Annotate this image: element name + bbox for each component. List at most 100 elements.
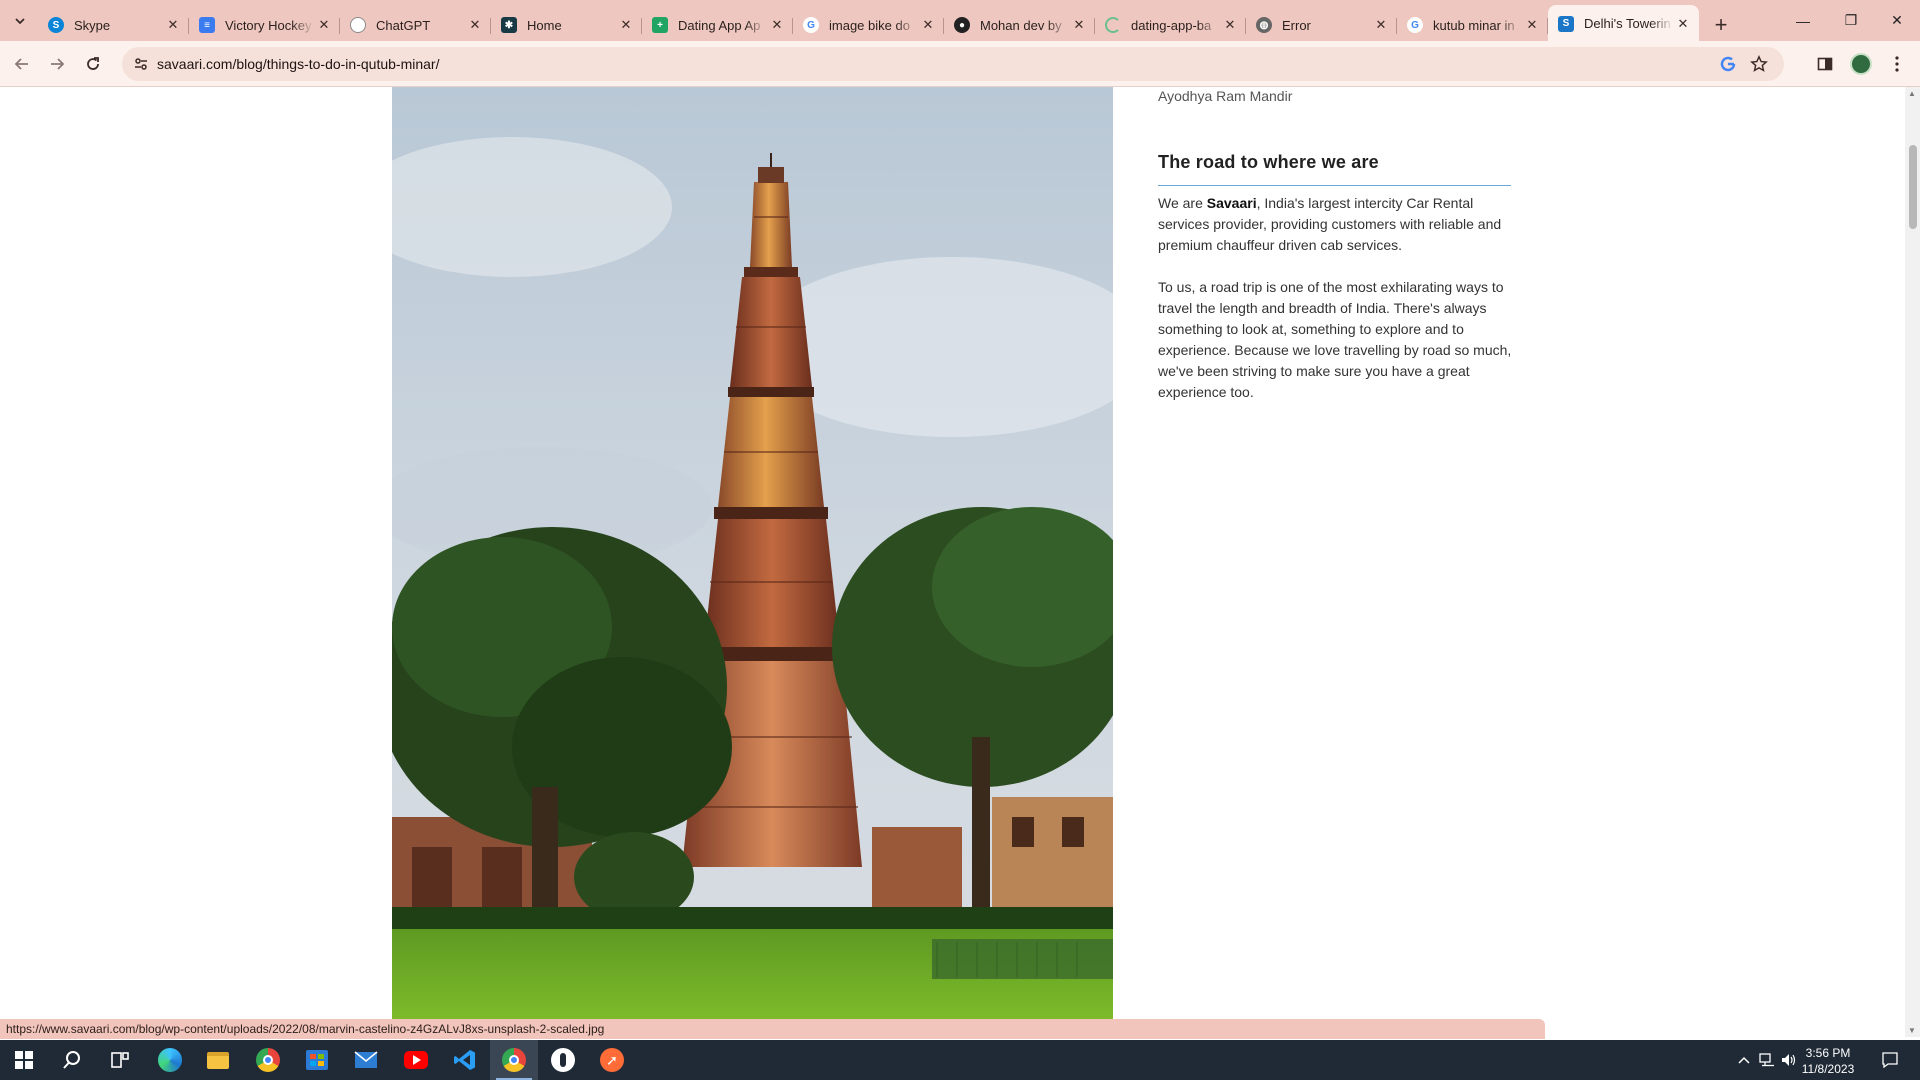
taskbar-mongodb-compass[interactable]: [539, 1040, 587, 1080]
taskbar-postman[interactable]: ➚: [588, 1040, 636, 1080]
docs-icon: ≡: [199, 17, 215, 33]
tab-home[interactable]: ✱ Home ✕: [491, 10, 642, 40]
back-button[interactable]: [7, 49, 37, 79]
tab-image-bike[interactable]: G image bike do ✕: [793, 10, 944, 40]
tab-title: ChatGPT: [376, 17, 431, 33]
more-vertical-icon: [1895, 56, 1899, 72]
tab-github[interactable]: ● Mohan dev by ✕: [944, 10, 1095, 40]
address-bar[interactable]: savaari.com/blog/things-to-do-in-qutub-m…: [122, 47, 1784, 81]
taskbar-edge[interactable]: [146, 1040, 194, 1080]
bookmark-star-icon[interactable]: [1748, 53, 1770, 75]
mail-icon: [354, 1051, 378, 1068]
show-hidden-icons-button[interactable]: [1733, 1040, 1755, 1080]
loading-icon: [1105, 17, 1121, 33]
tab-chatgpt[interactable]: ChatGPT ✕: [340, 10, 491, 40]
previous-post-link[interactable]: Ayodhya Ram Mandir: [1158, 88, 1292, 104]
scroll-up-arrow-icon[interactable]: ▲: [1908, 89, 1916, 98]
site-info-icon[interactable]: [132, 55, 150, 73]
tab-delhis-towering[interactable]: S Delhi's Towerin ✕: [1548, 5, 1699, 41]
reload-icon: [87, 57, 99, 70]
chevron-down-icon: [15, 18, 25, 25]
vscode-icon: [454, 1050, 475, 1070]
side-panel-icon: [1817, 57, 1833, 71]
sidebar-heading: The road to where we are: [1158, 152, 1511, 186]
tab-skype[interactable]: S Skype ✕: [38, 10, 189, 40]
store-icon: [306, 1050, 328, 1070]
page-viewport: Ayodhya Ram Mandir The road to where we …: [0, 87, 1905, 1019]
start-button[interactable]: [0, 1040, 48, 1080]
tab-dating-app-backend[interactable]: dating-app-ba ✕: [1095, 10, 1246, 40]
page-scrollbar[interactable]: ▲ ▼: [1905, 87, 1920, 1037]
system-clock[interactable]: 3:56 PM 11/8/2023: [1790, 1045, 1866, 1077]
chevron-up-icon: [1738, 1056, 1750, 1064]
url-text[interactable]: savaari.com/blog/things-to-do-in-qutub-m…: [157, 56, 439, 72]
clock-time: 3:56 PM: [1805, 1046, 1851, 1060]
arrow-right-icon: [51, 58, 65, 70]
notification-center-button[interactable]: [1870, 1040, 1910, 1080]
close-icon[interactable]: ✕: [465, 15, 485, 35]
close-icon[interactable]: ✕: [616, 15, 636, 35]
close-icon[interactable]: ✕: [1371, 15, 1391, 35]
qutub-minar-photo[interactable]: [392, 87, 1113, 1019]
close-icon[interactable]: ✕: [163, 15, 183, 35]
chatgpt-icon: [350, 17, 366, 33]
sidebar-paragraph-roadtrip: To us, a road trip is one of the most ex…: [1158, 279, 1512, 400]
edge-icon: [158, 1048, 182, 1072]
task-view-icon: [111, 1052, 129, 1068]
savaari-icon: S: [1558, 15, 1574, 32]
tab-strip: S Skype ✕ ≡ Victory Hockey ✕ ChatGPT ✕ ✱…: [0, 0, 1920, 41]
close-icon[interactable]: ✕: [1069, 15, 1089, 35]
close-icon[interactable]: ✕: [918, 15, 938, 35]
reload-button[interactable]: [78, 49, 108, 79]
sheets-icon: +: [652, 17, 668, 33]
profile-avatar[interactable]: [1846, 49, 1876, 79]
close-icon[interactable]: ✕: [1673, 14, 1693, 34]
tab-kutub-minar[interactable]: G kutub minar in ✕: [1397, 10, 1548, 40]
close-icon[interactable]: ✕: [767, 15, 787, 35]
tab-title: Victory Hockey: [225, 17, 312, 33]
tab-victory-hockey[interactable]: ≡ Victory Hockey ✕: [189, 10, 340, 40]
close-icon[interactable]: ✕: [314, 15, 334, 35]
close-icon[interactable]: ✕: [1220, 15, 1240, 35]
notification-icon: [1882, 1052, 1898, 1068]
taskbar-chrome-active[interactable]: [490, 1040, 538, 1080]
google-lens-icon[interactable]: [1718, 54, 1738, 74]
github-icon: ●: [954, 17, 970, 33]
search-icon: [63, 1051, 80, 1069]
youtube-icon: [404, 1051, 428, 1069]
tab-dating-app[interactable]: + Dating App Ap ✕: [642, 10, 793, 40]
forward-button[interactable]: [42, 49, 72, 79]
globe-icon: ◍: [1256, 17, 1272, 33]
home-app-icon: ✱: [501, 17, 517, 33]
restore-button[interactable]: ❐: [1828, 0, 1874, 41]
side-panel-button[interactable]: [1810, 49, 1840, 79]
brand-name: Savaari: [1206, 195, 1257, 211]
taskbar-store[interactable]: [293, 1040, 341, 1080]
browser-menu-button[interactable]: [1882, 49, 1912, 79]
taskbar-search-button[interactable]: [48, 1040, 96, 1080]
taskbar-file-explorer[interactable]: [194, 1040, 242, 1080]
tab-error[interactable]: ◍ Error ✕: [1246, 10, 1397, 40]
tab-title: Dating App Ap: [678, 17, 761, 33]
minimize-button[interactable]: —: [1780, 0, 1826, 41]
sidebar-paragraph-intro: We are Savaari, India's largest intercit…: [1158, 195, 1502, 253]
avatar: [1850, 53, 1872, 75]
tab-title: kutub minar in: [1433, 17, 1515, 33]
network-status[interactable]: [1756, 1040, 1778, 1080]
taskbar-vscode[interactable]: [441, 1040, 489, 1080]
task-view-button[interactable]: [96, 1040, 144, 1080]
tab-list: S Skype ✕ ≡ Victory Hockey ✕ ChatGPT ✕ ✱…: [38, 5, 1735, 41]
tab-search-button[interactable]: [8, 9, 32, 33]
window-close-button[interactable]: ✕: [1874, 0, 1920, 41]
scrollbar-thumb[interactable]: [1909, 145, 1917, 229]
google-icon: G: [803, 17, 819, 33]
tab-title: image bike do: [829, 17, 910, 33]
scroll-down-arrow-icon[interactable]: ▼: [1908, 1026, 1916, 1035]
taskbar-youtube[interactable]: [392, 1040, 440, 1080]
taskbar-mail[interactable]: [342, 1040, 390, 1080]
close-icon[interactable]: ✕: [1522, 15, 1542, 35]
new-tab-button[interactable]: +: [1707, 11, 1735, 39]
tab-title: Delhi's Towerin: [1584, 16, 1671, 31]
taskbar-chrome[interactable]: [244, 1040, 292, 1080]
arrow-left-icon: [14, 58, 28, 70]
